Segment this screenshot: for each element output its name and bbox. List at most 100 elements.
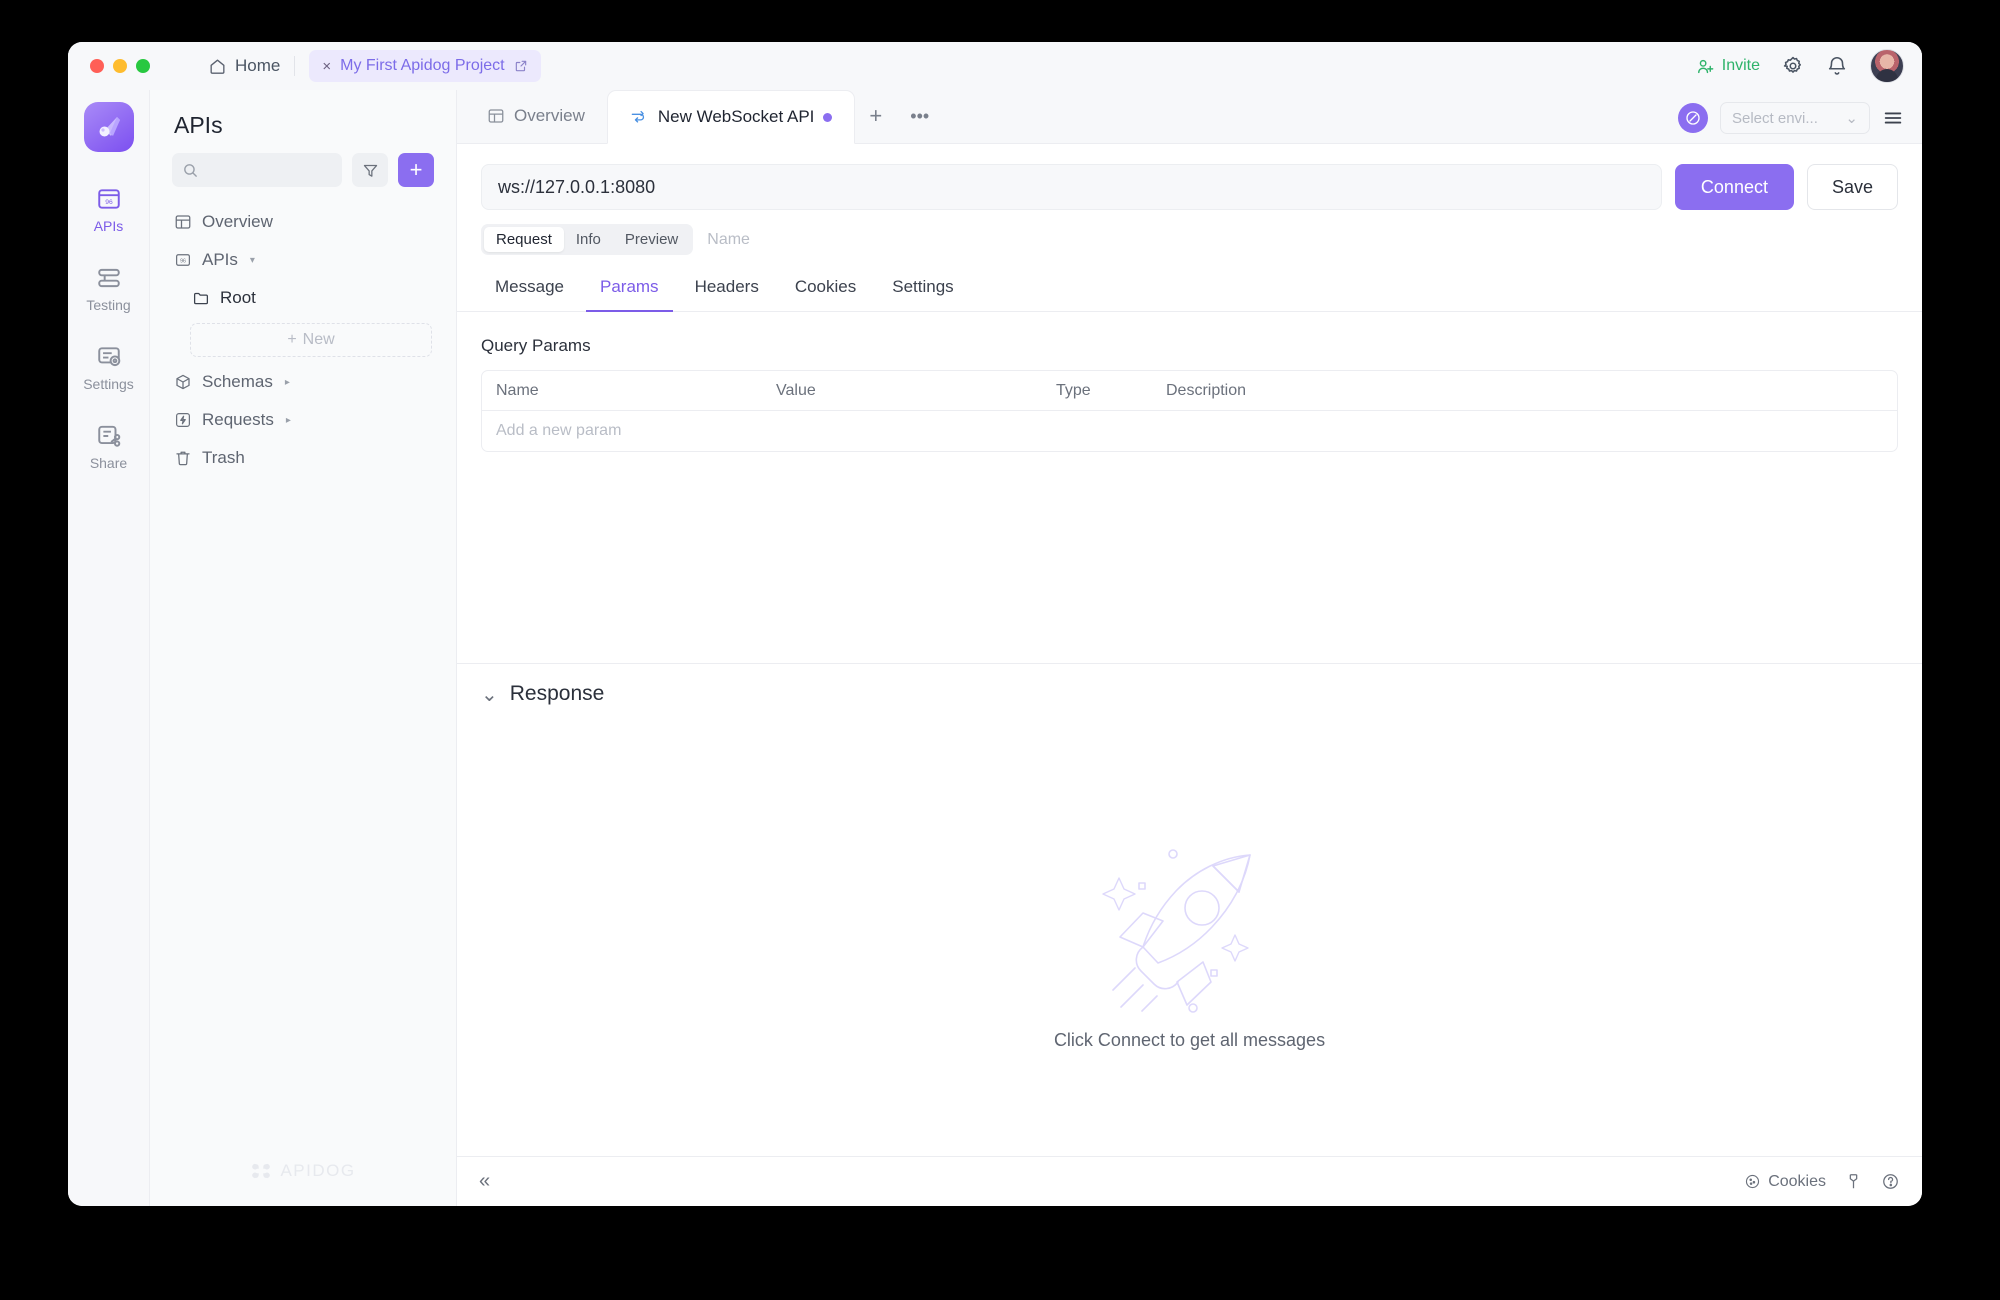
- apidog-watermark-label: APIDOG: [280, 1161, 356, 1180]
- tab-headers[interactable]: Headers: [681, 265, 773, 312]
- chevron-down-icon[interactable]: ▾: [250, 255, 255, 266]
- url-row: ws://127.0.0.1:8080 Connect Save: [457, 144, 1922, 224]
- sidebar-item-root[interactable]: Root: [150, 279, 456, 317]
- window-controls: [90, 59, 150, 73]
- minimize-window-button[interactable]: [113, 59, 127, 73]
- new-endpoint-button[interactable]: + New: [190, 323, 432, 357]
- filter-icon: [362, 162, 379, 179]
- collapse-panel-button[interactable]: «: [479, 1170, 490, 1193]
- response-empty-text: Click Connect to get all messages: [1053, 1029, 1326, 1050]
- apidog-watermark: APIDOG: [150, 1160, 456, 1182]
- tab-label-overview: Overview: [514, 106, 585, 125]
- environment-select[interactable]: Select envi... ⌄: [1720, 102, 1870, 134]
- tab-message[interactable]: Message: [481, 265, 578, 312]
- status-bar-actions: Cookies: [1744, 1172, 1900, 1191]
- cookies-label: Cookies: [1768, 1172, 1826, 1190]
- rail-label-testing: Testing: [86, 297, 131, 313]
- new-tab-button[interactable]: +: [855, 89, 896, 143]
- url-input[interactable]: ws://127.0.0.1:8080: [481, 164, 1662, 210]
- project-tab-label: My First Apidog Project: [340, 57, 505, 74]
- sidebar-label-root: Root: [220, 288, 256, 307]
- sidebar-item-requests[interactable]: Requests ▸: [150, 401, 456, 439]
- rail-label-apis: APIs: [93, 218, 124, 234]
- close-window-button[interactable]: [90, 59, 104, 73]
- schema-icon: [174, 373, 192, 391]
- external-link-icon[interactable]: [514, 59, 528, 73]
- query-params-table: Name Value Type Description Add a new pa…: [481, 370, 1898, 452]
- status-bar: « Cookies: [457, 1156, 1922, 1206]
- column-header-value: Value: [776, 381, 816, 399]
- project-tab[interactable]: × My First Apidog Project: [309, 50, 541, 82]
- settings-icon: [96, 344, 122, 370]
- tab-overflow-button[interactable]: •••: [896, 89, 943, 143]
- chevron-down-icon[interactable]: ⌄: [481, 682, 498, 707]
- segment-request[interactable]: Request: [484, 227, 564, 252]
- connect-button[interactable]: Connect: [1674, 164, 1794, 210]
- add-param-row[interactable]: Add a new param: [482, 411, 1897, 451]
- name-input[interactable]: Name: [707, 231, 750, 249]
- avatar[interactable]: [1870, 49, 1904, 83]
- close-icon[interactable]: ×: [322, 59, 331, 74]
- sidebar-item-apis-group[interactable]: 96 APIs ▾: [150, 241, 456, 279]
- sidebar-item-overview[interactable]: Overview: [150, 203, 456, 241]
- plus-icon: +: [287, 331, 297, 348]
- app-window: Home × My First Apidog Project Invite 96…: [68, 42, 1922, 1206]
- segment-info[interactable]: Info: [564, 227, 613, 252]
- response-header[interactable]: ⌄ Response: [457, 662, 1922, 725]
- request-subtabs: Message Params Headers Cookies Settings: [457, 265, 1922, 312]
- chevron-down-icon: ⌄: [1845, 110, 1858, 127]
- apis-icon: 96: [96, 186, 122, 212]
- bell-icon[interactable]: [1826, 55, 1848, 77]
- add-api-button[interactable]: +: [398, 153, 434, 187]
- wrench-icon[interactable]: [1844, 1172, 1863, 1191]
- tab-params[interactable]: Params: [585, 265, 673, 312]
- svg-text:96: 96: [180, 259, 186, 265]
- chevron-right-icon[interactable]: ▸: [286, 415, 291, 426]
- share-icon: [96, 423, 122, 449]
- cookies-button[interactable]: Cookies: [1744, 1173, 1826, 1191]
- sidebar-item-apis[interactable]: 96 APIs: [76, 176, 142, 242]
- rocket-icon: [1095, 830, 1285, 1020]
- sidebar-item-schemas[interactable]: Schemas ▸: [150, 363, 456, 401]
- overview-icon: [487, 107, 505, 125]
- search-input[interactable]: [172, 153, 342, 187]
- params-pane: Query Params Name Value Type Description…: [457, 312, 1922, 663]
- overview-icon: [174, 213, 192, 231]
- new-endpoint-label: New: [302, 331, 335, 348]
- add-user-icon: [1696, 57, 1715, 76]
- column-header-description: Description: [1166, 381, 1247, 399]
- help-icon[interactable]: [1881, 1172, 1900, 1191]
- cookie-icon: [1744, 1173, 1761, 1190]
- gear-icon[interactable]: [1782, 55, 1804, 77]
- apidog-logo[interactable]: [83, 102, 134, 152]
- response-empty-state: Click Connect to get all messages: [457, 725, 1922, 1157]
- sidebar-item-share[interactable]: Share: [76, 413, 142, 479]
- menu-icon[interactable]: [1882, 107, 1904, 129]
- home-button[interactable]: Home: [208, 56, 280, 76]
- tab-bar-actions: Select envi... ⌄: [1678, 102, 1922, 143]
- tab-overview[interactable]: Overview: [465, 89, 607, 143]
- filter-button[interactable]: [352, 153, 388, 187]
- sidebar-item-trash[interactable]: Trash: [150, 439, 456, 477]
- testing-icon: [96, 265, 122, 291]
- add-param-placeholder[interactable]: Add a new param: [482, 422, 762, 440]
- tab-cookies[interactable]: Cookies: [781, 265, 870, 312]
- maximize-window-button[interactable]: [136, 59, 150, 73]
- invite-label: Invite: [1721, 57, 1760, 74]
- segment-preview[interactable]: Preview: [613, 227, 690, 252]
- chevron-right-icon[interactable]: ▸: [285, 377, 290, 388]
- plus-icon: +: [869, 103, 883, 128]
- save-button[interactable]: Save: [1806, 164, 1898, 210]
- sidebar-item-settings[interactable]: Settings: [76, 334, 142, 400]
- sidebar-label-schemas: Schemas: [202, 372, 273, 391]
- environment-status-button[interactable]: [1678, 103, 1708, 133]
- tab-new-websocket-api[interactable]: New WebSocket API: [606, 90, 856, 144]
- svg-text:96: 96: [105, 199, 113, 206]
- tab-settings[interactable]: Settings: [878, 265, 967, 312]
- invite-button[interactable]: Invite: [1696, 57, 1760, 76]
- sidebar-label-overview: Overview: [202, 212, 273, 231]
- titlebar-actions: Invite: [1696, 49, 1904, 83]
- sidebar-item-testing[interactable]: Testing: [76, 255, 142, 321]
- sidebar-title: APIs: [174, 112, 223, 138]
- sidebar-label-apis-group: APIs: [202, 250, 238, 269]
